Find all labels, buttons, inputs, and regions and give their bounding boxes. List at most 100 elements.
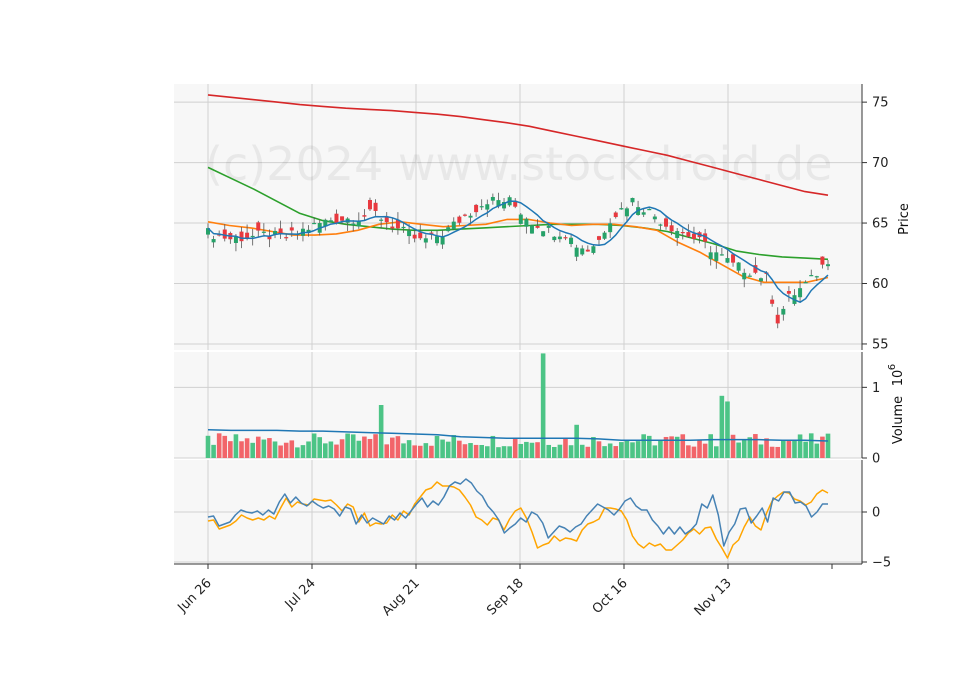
candle-body: [418, 232, 423, 239]
volume-bar: [445, 441, 451, 458]
volume-bar: [267, 438, 272, 458]
volume-bar: [384, 444, 390, 458]
candle-body: [786, 290, 791, 294]
candle-body: [775, 314, 780, 324]
volume-bar: [350, 434, 356, 458]
candle-body: [719, 254, 724, 256]
volume-bar: [412, 445, 417, 458]
volume-bar: [417, 445, 423, 458]
volume-bar: [222, 435, 228, 458]
candle-body: [334, 213, 339, 224]
candle-body: [440, 237, 445, 245]
candle-body: [518, 214, 523, 224]
volume-bar: [434, 435, 440, 458]
volume-bar: [334, 444, 339, 458]
candle-body: [256, 222, 261, 231]
candle-body: [379, 219, 384, 221]
volume-bar: [557, 444, 563, 458]
volume-bar: [261, 439, 267, 458]
volume-bar: [730, 434, 736, 458]
candle-body: [608, 223, 613, 233]
y-tick-label: 1: [872, 381, 880, 396]
volume-bar: [781, 440, 786, 458]
candle-body: [820, 256, 825, 265]
candle-body: [222, 229, 227, 239]
volume-bar: [803, 441, 808, 458]
candle-body: [552, 236, 557, 241]
candle-body: [541, 231, 546, 237]
candle-body: [250, 235, 255, 238]
candle-body: [239, 231, 244, 242]
volume-bar: [630, 442, 635, 458]
candle-body: [680, 232, 685, 234]
candle-body: [781, 308, 786, 315]
candle-body: [630, 197, 635, 203]
volume-bar: [239, 441, 244, 458]
candle-body: [675, 231, 680, 238]
volume-bar: [702, 443, 708, 458]
candle-body: [585, 249, 590, 252]
volume-bar: [390, 437, 395, 458]
volume-bar: [635, 441, 641, 458]
volume-bar: [797, 434, 803, 458]
volume-bar: [591, 437, 596, 458]
candle-body: [742, 272, 747, 280]
candle-body: [669, 225, 674, 232]
volume-bar: [205, 435, 211, 458]
volume-bar: [540, 353, 546, 458]
volume-bar: [725, 401, 730, 458]
volume-bar: [289, 440, 295, 458]
candle-body: [647, 209, 652, 211]
candle-body: [340, 216, 345, 221]
candle-body: [814, 276, 819, 278]
candle-body: [664, 218, 669, 227]
volume-bar: [244, 438, 250, 458]
candle-body: [708, 252, 713, 260]
volume-bar: [775, 446, 781, 458]
volume-bar: [233, 434, 239, 458]
candle-body: [596, 236, 601, 240]
candle-body: [362, 215, 367, 217]
volume-bar: [535, 442, 540, 458]
volume-bar: [406, 440, 412, 458]
volume-bar: [769, 446, 775, 458]
volume-bar: [753, 434, 758, 458]
y-tick-label: 0: [872, 452, 880, 467]
volume-bar: [719, 395, 725, 458]
volume-bar: [250, 442, 255, 458]
volume-bar: [691, 446, 697, 458]
candle-body: [770, 299, 775, 304]
y-tick-label: −5: [872, 556, 891, 571]
volume-bar: [596, 441, 602, 458]
volume-bar: [619, 442, 624, 458]
volume-bar: [451, 435, 457, 458]
candle-body: [591, 246, 596, 253]
volume-bar: [457, 440, 462, 458]
volume-bar: [680, 434, 686, 458]
candle-body: [557, 236, 562, 240]
candle-body: [211, 239, 216, 243]
volume-bar: [747, 437, 753, 458]
candle-body: [390, 226, 395, 229]
volume-bar: [490, 435, 496, 458]
volume-bar: [736, 442, 741, 458]
volume-bar: [462, 444, 468, 458]
candle-body: [284, 237, 289, 239]
candle-body: [457, 216, 462, 223]
candle-body: [312, 222, 317, 225]
volume-bar: [507, 446, 512, 458]
volume-bar: [786, 440, 792, 458]
candle-body: [652, 216, 657, 220]
volume-bar: [228, 441, 233, 458]
volume-bar: [501, 446, 507, 458]
candle-body: [563, 237, 568, 239]
candle-body: [490, 196, 495, 201]
volume-bar: [479, 445, 484, 458]
candle-body: [479, 206, 484, 208]
volume-bar: [792, 440, 797, 458]
candle-body: [462, 214, 467, 216]
candle-body: [809, 275, 814, 277]
candle-body: [747, 275, 752, 277]
volume-bar: [339, 439, 345, 458]
volume-bar: [278, 445, 283, 458]
